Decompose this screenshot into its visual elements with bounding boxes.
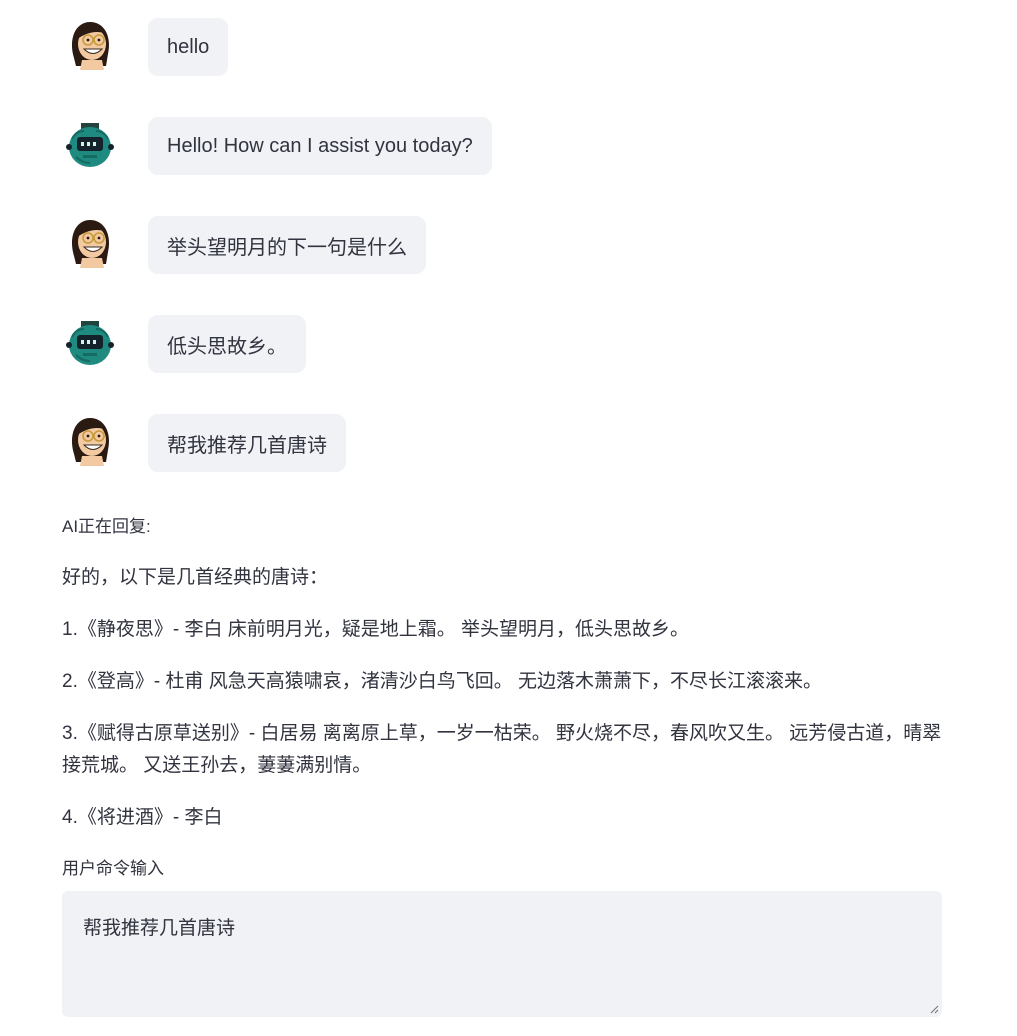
- command-input[interactable]: 帮我推荐几首唐诗: [62, 891, 942, 1017]
- chat-bubble: Hello! How can I assist you today?: [148, 117, 492, 175]
- chat-message-assistant: Hello! How can I assist you today?: [62, 117, 942, 175]
- woman-glasses-avatar-icon: [62, 216, 118, 272]
- command-input-label: 用户命令输入: [62, 859, 164, 878]
- chat-bubble: 帮我推荐几首唐诗: [148, 414, 346, 472]
- reply-paragraph: 3.《赋得古原草送别》- 白居易 离离原上草，一岁一枯荣。 野火烧不尽，春风吹又…: [62, 723, 942, 776]
- reply-paragraph: 1.《静夜思》- 李白 床前明月光，疑是地上霜。 举头望明月，低头思故乡。: [62, 619, 690, 640]
- chat-bubble: 低头思故乡。: [148, 315, 306, 373]
- reply-paragraph: 2.《登高》- 杜甫 风急天高猿啸哀，渚清沙白鸟飞回。 无边落木萧萧下，不尽长江…: [62, 671, 823, 692]
- chat-bubble: hello: [148, 18, 229, 76]
- chat-bubble: 举头望明月的下一句是什么: [148, 216, 426, 274]
- streaming-status: AI正在回复:: [62, 517, 151, 536]
- chat-message-user: 举头望明月的下一句是什么: [62, 216, 942, 274]
- resize-handle-icon[interactable]: [929, 1004, 939, 1014]
- reply-paragraph: 4.《将进酒》- 李白: [62, 807, 223, 828]
- chat-message-user: 帮我推荐几首唐诗: [62, 414, 942, 472]
- chat-message-user: hello: [62, 18, 942, 76]
- chat-message-assistant: 低头思故乡。: [62, 315, 942, 373]
- woman-glasses-avatar-icon: [62, 18, 118, 74]
- robot-avatar-icon: [62, 117, 118, 173]
- command-input-container: 帮我推荐几首唐诗: [62, 891, 942, 1017]
- robot-avatar-icon: [62, 315, 118, 371]
- reply-paragraph: 好的，以下是几首经典的唐诗：: [62, 567, 329, 588]
- chat-history: hello Hello! How can I assist you today?: [62, 18, 942, 513]
- woman-glasses-avatar-icon: [62, 414, 118, 470]
- streaming-reply: 好的，以下是几首经典的唐诗： 1.《静夜思》- 李白 床前明月光，疑是地上霜。 …: [62, 562, 952, 854]
